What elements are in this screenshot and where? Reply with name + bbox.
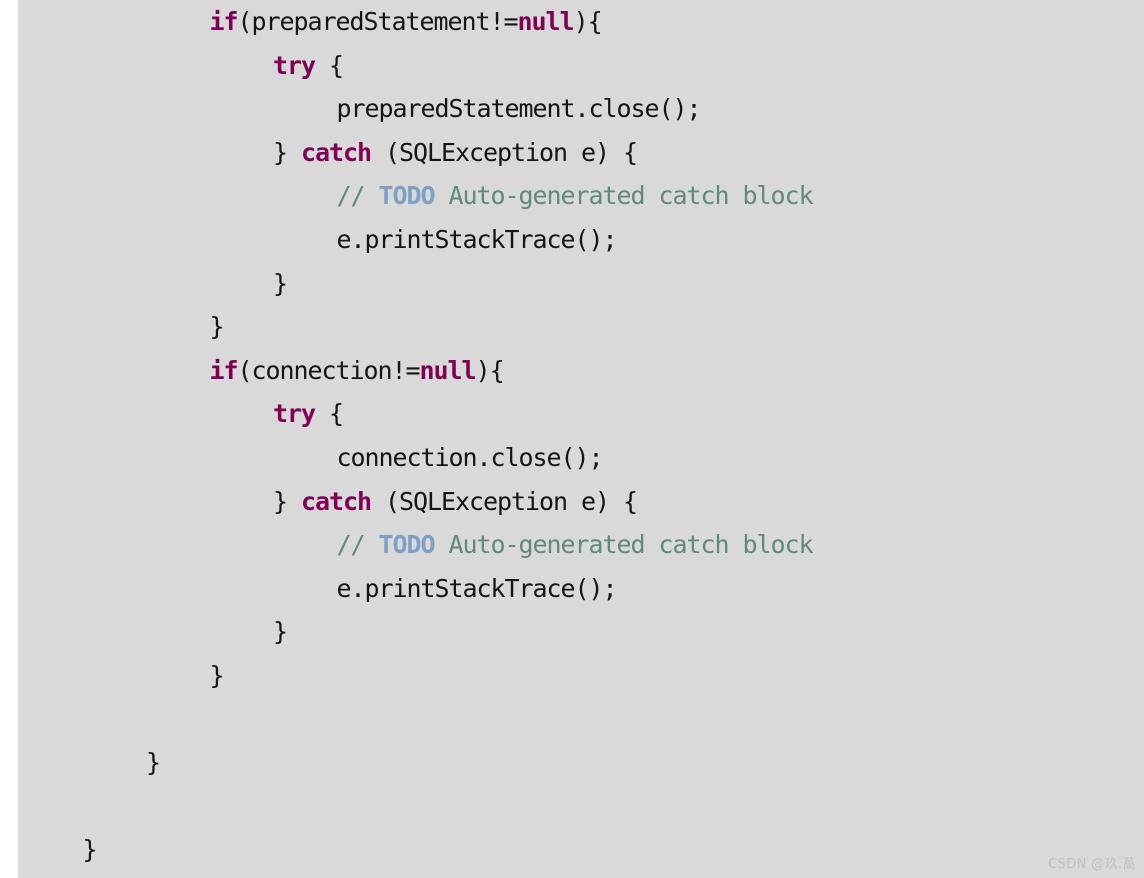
code-token-keyword: catch xyxy=(301,137,372,167)
code-line: } xyxy=(18,610,1144,654)
code-line: e.printStackTrace(); xyxy=(18,218,1144,262)
code-token-keyword: null xyxy=(419,355,477,385)
code-token-plain: } xyxy=(273,268,288,298)
code-block: if(preparedStatement!=null){try {prepare… xyxy=(18,0,1144,872)
code-token-plain: (preparedStatement!= xyxy=(237,7,519,36)
code-line: // TODO Auto-generated catch block xyxy=(18,523,1144,567)
code-token-plain: ){ xyxy=(573,7,603,36)
code-token-plain: } xyxy=(146,748,161,778)
code-token-todo: TODO xyxy=(378,181,436,211)
code-token-keyword: null xyxy=(517,7,575,36)
code-line: } catch (SQLException e) { xyxy=(18,131,1144,175)
code-line: try { xyxy=(18,392,1144,436)
code-token-plain: preparedStatement.close(); xyxy=(336,94,702,124)
code-line: } xyxy=(18,262,1144,306)
code-token-plain: } xyxy=(82,835,98,865)
code-line: if(connection!=null){ xyxy=(18,349,1144,393)
code-token-plain: } xyxy=(273,617,288,647)
code-token-plain: e.printStackTrace(); xyxy=(336,224,618,254)
code-surface: if(preparedStatement!=null){try {prepare… xyxy=(18,0,1144,878)
code-token-plain: ){ xyxy=(475,355,505,385)
code-token-plain: e.printStackTrace(); xyxy=(336,573,618,603)
code-line: // TODO Auto-generated catch block xyxy=(18,174,1144,218)
code-token-keyword: catch xyxy=(301,486,372,516)
code-token-plain: } xyxy=(273,486,302,516)
code-line: preparedStatement.close(); xyxy=(18,87,1144,131)
code-line: try { xyxy=(18,44,1144,88)
code-line: } xyxy=(18,654,1144,698)
code-token-plain: (SQLException e) { xyxy=(371,486,638,516)
code-token-keyword: try xyxy=(273,399,316,429)
code-token-todo: TODO xyxy=(378,530,436,560)
code-token-plain: connection.close(); xyxy=(336,442,604,472)
code-token-comment: // xyxy=(336,530,379,560)
code-line: } xyxy=(18,305,1144,349)
code-token-keyword: try xyxy=(273,50,316,80)
code-token-plain: } xyxy=(209,660,225,690)
code-line: if(preparedStatement!=null){ xyxy=(18,0,1144,44)
code-line: } catch (SQLException e) { xyxy=(18,480,1144,524)
code-token-plain: { xyxy=(315,399,344,429)
code-token-plain: { xyxy=(315,50,344,80)
code-token-comment: Auto-generated catch block xyxy=(434,181,814,211)
code-line: } xyxy=(18,828,1144,872)
code-line: connection.close(); xyxy=(18,436,1144,480)
code-token-plain: (SQLException e) { xyxy=(371,137,638,167)
code-line: e.printStackTrace(); xyxy=(18,567,1144,611)
code-token-plain: } xyxy=(209,312,225,342)
code-screenshot: if(preparedStatement!=null){try {prepare… xyxy=(0,0,1144,878)
code-token-plain: (connection!= xyxy=(237,355,421,385)
csdn-watermark: CSDN @玖.萵 xyxy=(1048,857,1136,872)
code-line: } xyxy=(18,741,1144,785)
code-token-comment: Auto-generated catch block xyxy=(434,530,814,560)
code-token-keyword: if xyxy=(209,355,239,385)
code-token-plain: } xyxy=(273,137,302,167)
code-token-comment: // xyxy=(336,181,379,211)
code-token-keyword: if xyxy=(209,7,239,36)
